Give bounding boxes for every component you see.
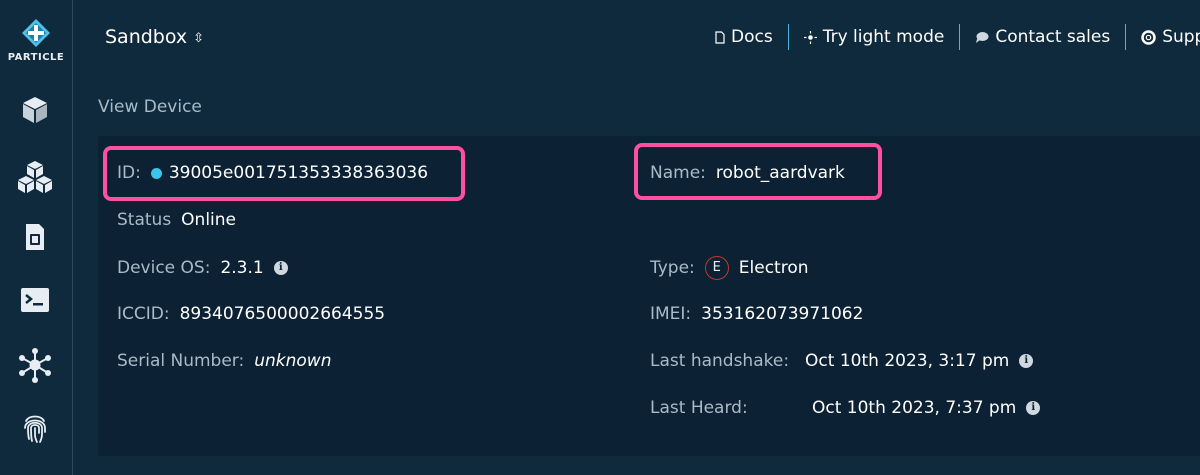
contact-sales-link[interactable]: Contact sales	[960, 27, 1125, 47]
sim-card-icon	[26, 224, 44, 250]
info-icon[interactable]: i	[1026, 401, 1041, 415]
lifebuoy-icon	[1141, 29, 1156, 45]
serial-number-value: unknown	[254, 351, 332, 371]
iccid-value: 8934076500002664555	[179, 304, 386, 324]
serial-number-field: Serial Number: unknown	[117, 351, 331, 371]
iccid-field: ICCID: 8934076500002664555	[117, 304, 385, 324]
sidebar: PARTICLE	[0, 0, 73, 475]
page-title: View Device	[98, 97, 202, 117]
integrations-icon	[19, 348, 51, 383]
last-heard-field: Last Heard: Oct 10th 2023, 7:37 pm i	[650, 398, 1041, 418]
iccid-label: ICCID:	[117, 304, 170, 324]
last-heard-label: Last Heard:	[650, 398, 748, 418]
fingerprint-icon	[24, 415, 46, 443]
device-os-label: Device OS:	[117, 258, 211, 278]
logo-text: PARTICLE	[7, 52, 65, 63]
cube-icon	[23, 97, 47, 123]
environment-selector[interactable]: Sandbox ⇳	[105, 26, 204, 48]
name-highlight-box	[634, 143, 882, 200]
products-icon	[18, 161, 52, 193]
id-highlight-box	[103, 146, 465, 201]
status-label: Status	[117, 210, 172, 230]
light-mode-toggle[interactable]: Try light mode	[789, 27, 960, 47]
top-navigation: Docs Try light mode Contact sales Supp	[700, 22, 1200, 52]
chevron-up-down-icon: ⇳	[193, 31, 205, 46]
info-icon[interactable]: i	[273, 261, 288, 275]
imei-value: 353162073971062	[701, 304, 864, 324]
particle-logo-icon	[22, 19, 50, 47]
support-link[interactable]: Supp	[1126, 27, 1200, 47]
contact-sales-label: Contact sales	[995, 27, 1111, 47]
support-label: Supp	[1162, 27, 1200, 47]
device-type-value: Electron	[738, 258, 809, 278]
document-icon	[715, 30, 725, 44]
last-handshake-value: Oct 10th 2023, 3:17 pm	[805, 351, 1010, 371]
info-icon[interactable]: i	[1019, 354, 1034, 368]
docs-label: Docs	[731, 27, 773, 47]
sidebar-item-authentication[interactable]	[16, 409, 54, 447]
serial-number-label: Serial Number:	[117, 351, 245, 371]
device-os-field: Device OS: 2.3.1 i	[117, 258, 288, 278]
last-heard-value: Oct 10th 2023, 7:37 pm	[812, 398, 1017, 418]
imei-field: IMEI: 353162073971062	[650, 304, 863, 324]
environment-label: Sandbox	[105, 26, 188, 48]
last-handshake-label: Last handshake:	[650, 351, 790, 371]
sidebar-item-integrations[interactable]	[16, 346, 54, 384]
sidebar-item-products[interactable]	[16, 158, 54, 196]
device-os-value: 2.3.1	[220, 258, 264, 278]
device-type-label: Type:	[650, 258, 695, 278]
status-value: Online	[181, 210, 237, 230]
electron-type-icon: E	[704, 256, 729, 280]
sun-icon	[803, 30, 817, 44]
device-type-field: Type: E Electron	[650, 256, 809, 280]
particle-logo[interactable]: PARTICLE	[0, 18, 72, 63]
chat-icon	[976, 31, 989, 43]
last-handshake-field: Last handshake: Oct 10th 2023, 3:17 pm i	[650, 351, 1034, 371]
imei-label: IMEI:	[650, 304, 692, 324]
status-field: Status Online	[117, 210, 236, 230]
sidebar-item-devices[interactable]	[16, 91, 54, 129]
sidebar-item-console[interactable]	[16, 281, 54, 319]
sidebar-item-sim-cards[interactable]	[16, 218, 54, 256]
docs-link[interactable]: Docs	[700, 27, 788, 47]
light-mode-label: Try light mode	[822, 27, 945, 47]
console-icon	[21, 288, 49, 312]
